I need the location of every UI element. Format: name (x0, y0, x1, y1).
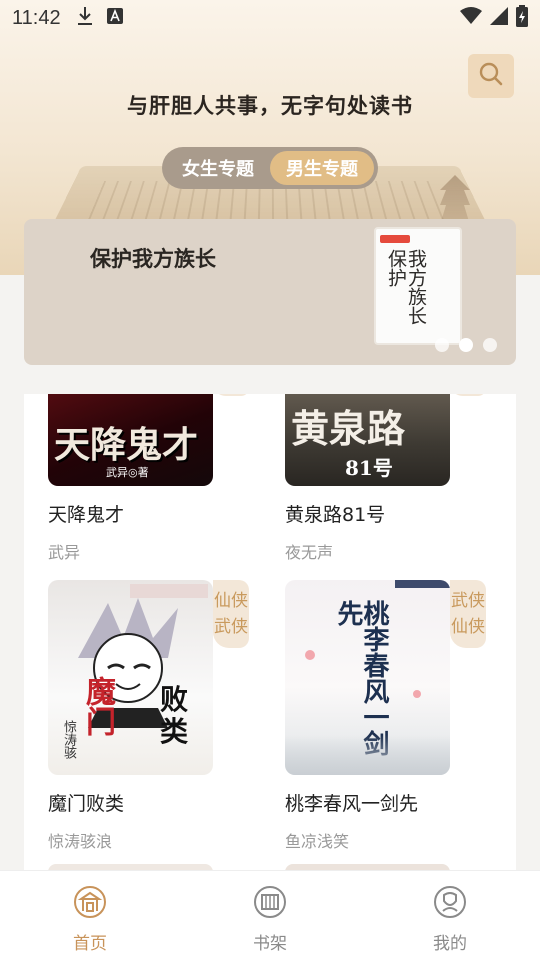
wifi-icon (460, 7, 482, 29)
featured-cover-text: 我方族长保护 (385, 249, 427, 325)
cover-title-art: 天降鬼才 (54, 424, 199, 466)
nav-label: 首页 (73, 934, 107, 954)
book-item[interactable]: 桃李春风一剑先 武侠仙侠 桃李春风一剑先 鱼凉浅笑 (285, 580, 495, 852)
gender-tabs: 女生专题 男生专题 (162, 147, 378, 189)
cover-petal-art (413, 690, 421, 698)
carousel-dot[interactable] (483, 338, 497, 352)
featured-book-title: 保护我方族长 (90, 246, 216, 271)
featured-book-card[interactable]: 保护我方族长 我方族长保护 (24, 219, 516, 365)
carousel-dot[interactable] (435, 338, 449, 352)
profile-icon (433, 885, 467, 923)
book-cover[interactable]: 黄泉路 81号 (285, 394, 450, 486)
book-title: 黄泉路81号 (285, 504, 386, 526)
download-icon (77, 6, 93, 30)
page-slogan: 与肝胆人共事，无字句处读书 (127, 93, 413, 118)
genre-tag (450, 394, 486, 396)
cover-title-art: 黄泉路 (291, 406, 406, 451)
book-cover[interactable]: 桃李春风一剑先 (285, 580, 450, 775)
publisher-logo (130, 584, 208, 598)
nav-home[interactable]: 首页 (0, 871, 180, 960)
genre-tag: 武侠仙侠 (450, 580, 486, 648)
carousel-dot[interactable] (459, 338, 473, 352)
book-title: 桃李春风一剑先 (285, 793, 419, 815)
nav-label: 书架 (253, 934, 287, 954)
book-title: 天降鬼才 (48, 504, 125, 526)
bookshelf-icon (253, 885, 287, 923)
cover-subtitle-art: 81号 (345, 456, 393, 480)
signal-icon (490, 7, 508, 29)
nav-profile[interactable]: 我的 (360, 871, 540, 960)
book-list: 天降鬼才 武异◎著 天降鬼才 武异 黄泉路 81号 黄泉路81号 夜无声 魔门 … (24, 394, 516, 870)
book-author: 夜无声 (285, 543, 334, 562)
book-item[interactable]: 黄泉路 81号 黄泉路81号 夜无声 (285, 394, 495, 563)
bottom-navigation: 首页 书架 我的 (0, 870, 540, 960)
search-icon (478, 61, 504, 91)
home-icon (73, 885, 107, 923)
cover-author-art: 武异◎著 (106, 466, 149, 479)
status-bar: 11:42 (0, 0, 540, 36)
publisher-logo (395, 580, 450, 588)
book-item[interactable]: 魔门 败类 惊涛骇 仙侠武侠 魔门败类 惊涛骇浪 (48, 580, 258, 852)
book-author: 武异 (48, 543, 81, 562)
battery-icon (516, 5, 528, 31)
status-time: 11:42 (12, 6, 61, 29)
genre-tag (213, 394, 249, 396)
book-item[interactable]: 天降鬼才 武异◎著 天降鬼才 武异 (48, 394, 258, 563)
cover-title-art-2: 败类 (160, 683, 189, 748)
nav-bookshelf[interactable]: 书架 (180, 871, 360, 960)
book-title: 魔门败类 (48, 793, 125, 815)
nav-label: 我的 (433, 934, 467, 954)
font-a-icon (106, 8, 123, 28)
book-cover[interactable]: 魔门 败类 惊涛骇 (48, 580, 213, 775)
cover-author-art: 惊涛骇 (61, 720, 76, 759)
publisher-logo (380, 235, 410, 243)
cover-petal-art (305, 650, 315, 660)
tab-female-topics[interactable]: 女生专题 (166, 151, 270, 185)
book-author: 惊涛骇浪 (48, 832, 113, 851)
featured-book-cover[interactable]: 我方族长保护 (374, 227, 462, 345)
book-author: 鱼凉浅笑 (285, 832, 350, 851)
cover-landscape-art (285, 735, 450, 775)
tab-male-topics[interactable]: 男生专题 (270, 151, 374, 185)
carousel-indicator (435, 338, 497, 352)
book-cover[interactable]: 天降鬼才 武异◎著 (48, 394, 213, 486)
genre-tag: 仙侠武侠 (213, 580, 249, 648)
